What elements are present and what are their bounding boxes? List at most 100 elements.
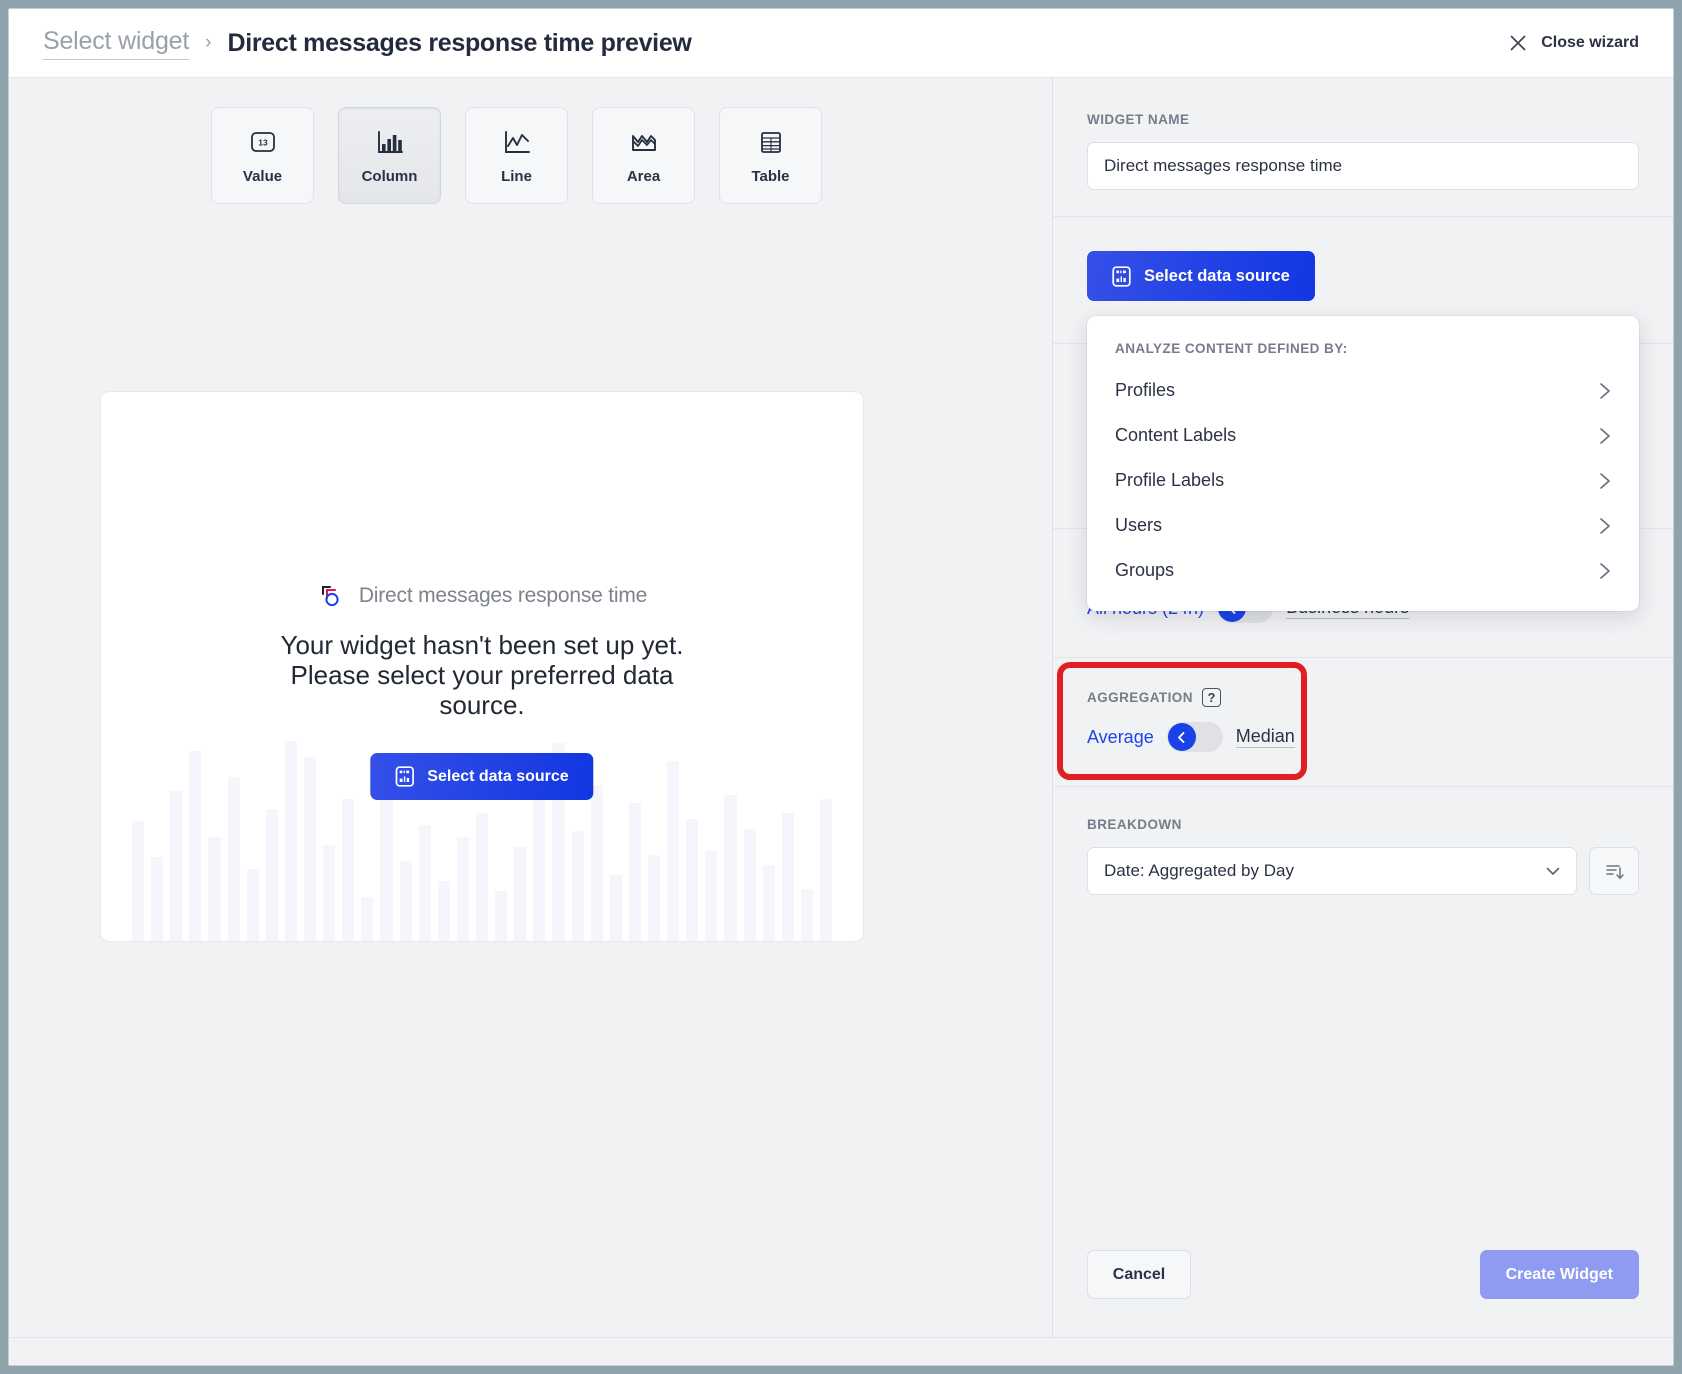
placeholder-bar: [228, 777, 240, 941]
breakdown-section: BREAKDOWN Date: Aggregated by Day: [1053, 787, 1673, 921]
placeholder-bar: [763, 865, 775, 941]
chevron-right-icon: [1599, 427, 1611, 445]
placeholder-bar: [189, 751, 201, 941]
wizard-body: 13 Value Colum: [9, 78, 1673, 1337]
placeholder-bar: [629, 803, 641, 941]
chevron-right-icon: [1599, 562, 1611, 580]
widget-type-value-label: Value: [243, 168, 282, 185]
cancel-button[interactable]: Cancel: [1087, 1250, 1191, 1299]
aggregation-label: AGGREGATION: [1087, 690, 1193, 705]
placeholder-bar: [648, 855, 660, 941]
widget-type-table-label: Table: [751, 168, 789, 185]
widget-type-column-label: Column: [362, 168, 418, 185]
widget-name-value: Direct messages response time: [1104, 156, 1622, 176]
data-source-icon: [395, 766, 414, 787]
aggregation-toggle[interactable]: [1167, 722, 1223, 752]
widget-type-line-label: Line: [501, 168, 532, 185]
placeholder-bar: [285, 741, 297, 941]
chevron-left-icon: [1168, 723, 1196, 751]
preview-widget-title: Direct messages response time: [359, 584, 647, 608]
placeholder-bar: [361, 897, 373, 941]
chevron-right-icon: [1599, 382, 1611, 400]
dropdown-item-label: Users: [1115, 515, 1162, 536]
breakdown-sort-button[interactable]: [1589, 847, 1639, 895]
breakdown-row: Date: Aggregated by Day: [1087, 847, 1639, 895]
select-data-source-label: Select data source: [1144, 267, 1290, 286]
placeholder-bar: [457, 837, 469, 941]
dropdown-item-label: Groups: [1115, 560, 1174, 581]
placeholder-bar: [132, 821, 144, 941]
placeholder-bar: [304, 757, 316, 941]
placeholder-bar: [820, 799, 832, 941]
dropdown-item-groups[interactable]: Groups: [1087, 548, 1639, 593]
widget-type-table[interactable]: Table: [719, 107, 822, 204]
aggregation-toggle-row: Average Median: [1087, 722, 1639, 752]
page-title: Direct messages response time preview: [227, 29, 691, 58]
breakdown-select[interactable]: Date: Aggregated by Day: [1087, 847, 1577, 895]
widget-type-line[interactable]: Line: [465, 107, 568, 204]
select-data-source-button[interactable]: Select data source: [1087, 251, 1315, 301]
aggregation-help-icon[interactable]: ?: [1202, 688, 1221, 707]
placeholder-bar: [380, 781, 392, 941]
placeholder-bar: [170, 791, 182, 941]
widget-settings-pane: WIDGET NAME Direct messages response tim…: [1053, 78, 1673, 1337]
chevron-right-icon: [1599, 472, 1611, 490]
placeholder-bar: [438, 881, 450, 941]
widget-type-value[interactable]: 13 Value: [211, 107, 314, 204]
placeholder-bar: [342, 799, 354, 941]
close-wizard-button[interactable]: Close wizard: [1508, 33, 1639, 53]
dropdown-item-users[interactable]: Users: [1087, 503, 1639, 548]
chevron-down-icon: [1546, 866, 1560, 876]
placeholder-bar: [782, 813, 794, 941]
preview-select-data-source-button[interactable]: Select data source: [370, 753, 593, 800]
placeholder-bar: [266, 809, 278, 941]
placeholder-bar: [495, 891, 507, 941]
wizard-footer: Cancel Create Widget: [1053, 1250, 1673, 1337]
placeholder-bar: [572, 831, 584, 941]
placeholder-bar: [801, 889, 813, 941]
aggregation-option-median[interactable]: Median: [1236, 726, 1295, 748]
breadcrumb-separator: ›: [205, 32, 211, 54]
widget-name-section: WIDGET NAME Direct messages response tim…: [1053, 78, 1673, 217]
widget-type-selector: 13 Value Colum: [9, 78, 1052, 204]
placeholder-bar: [151, 857, 163, 941]
widget-wizard-window: Select widget › Direct messages response…: [8, 8, 1674, 1366]
preview-cta-label: Select data source: [427, 768, 568, 786]
preview-title-row: Direct messages response time: [101, 582, 863, 610]
preview-empty-message: Your widget hasn't been set up yet. Plea…: [272, 630, 692, 720]
breakdown-label: BREAKDOWN: [1087, 817, 1639, 832]
placeholder-bar: [419, 825, 431, 941]
breakdown-value: Date: Aggregated by Day: [1104, 861, 1546, 881]
analyze-content-header: ANALYZE CONTENT DEFINED BY:: [1087, 341, 1639, 368]
dropdown-item-label: Profile Labels: [1115, 470, 1224, 491]
data-source-icon: [1112, 266, 1131, 287]
close-wizard-label: Close wizard: [1541, 34, 1639, 52]
chevron-right-icon: [1599, 517, 1611, 535]
sort-descending-icon: [1604, 861, 1625, 882]
breadcrumb-select-widget[interactable]: Select widget: [43, 27, 189, 60]
column-chart-icon: [375, 127, 405, 157]
placeholder-bar: [591, 785, 603, 941]
dropdown-item-profiles[interactable]: Profiles: [1087, 368, 1639, 413]
widget-type-column[interactable]: Column: [338, 107, 441, 204]
aggregation-option-average[interactable]: Average: [1087, 727, 1154, 748]
widget-preview-card: Direct messages response time Your widge…: [100, 391, 864, 942]
widget-name-input[interactable]: Direct messages response time: [1087, 142, 1639, 190]
placeholder-bar: [686, 819, 698, 941]
placeholder-bar: [667, 761, 679, 941]
widget-type-area[interactable]: Area: [592, 107, 695, 204]
response-time-widget-icon: [317, 582, 345, 610]
create-widget-button[interactable]: Create Widget: [1480, 1250, 1639, 1299]
aggregation-section: AGGREGATION ? Average Median: [1053, 658, 1673, 787]
wizard-header: Select widget › Direct messages response…: [9, 9, 1673, 78]
placeholder-bar: [208, 837, 220, 941]
aggregation-label-row: AGGREGATION ?: [1087, 688, 1639, 707]
dropdown-item-content-labels[interactable]: Content Labels: [1087, 413, 1639, 458]
aggregation-highlight-box: [1057, 662, 1307, 780]
placeholder-bar: [705, 851, 717, 941]
window-bottom-strip: [9, 1337, 1673, 1365]
placeholder-bar: [744, 829, 756, 941]
widget-name-label: WIDGET NAME: [1087, 112, 1639, 127]
svg-text:13: 13: [258, 137, 268, 147]
dropdown-item-profile-labels[interactable]: Profile Labels: [1087, 458, 1639, 503]
